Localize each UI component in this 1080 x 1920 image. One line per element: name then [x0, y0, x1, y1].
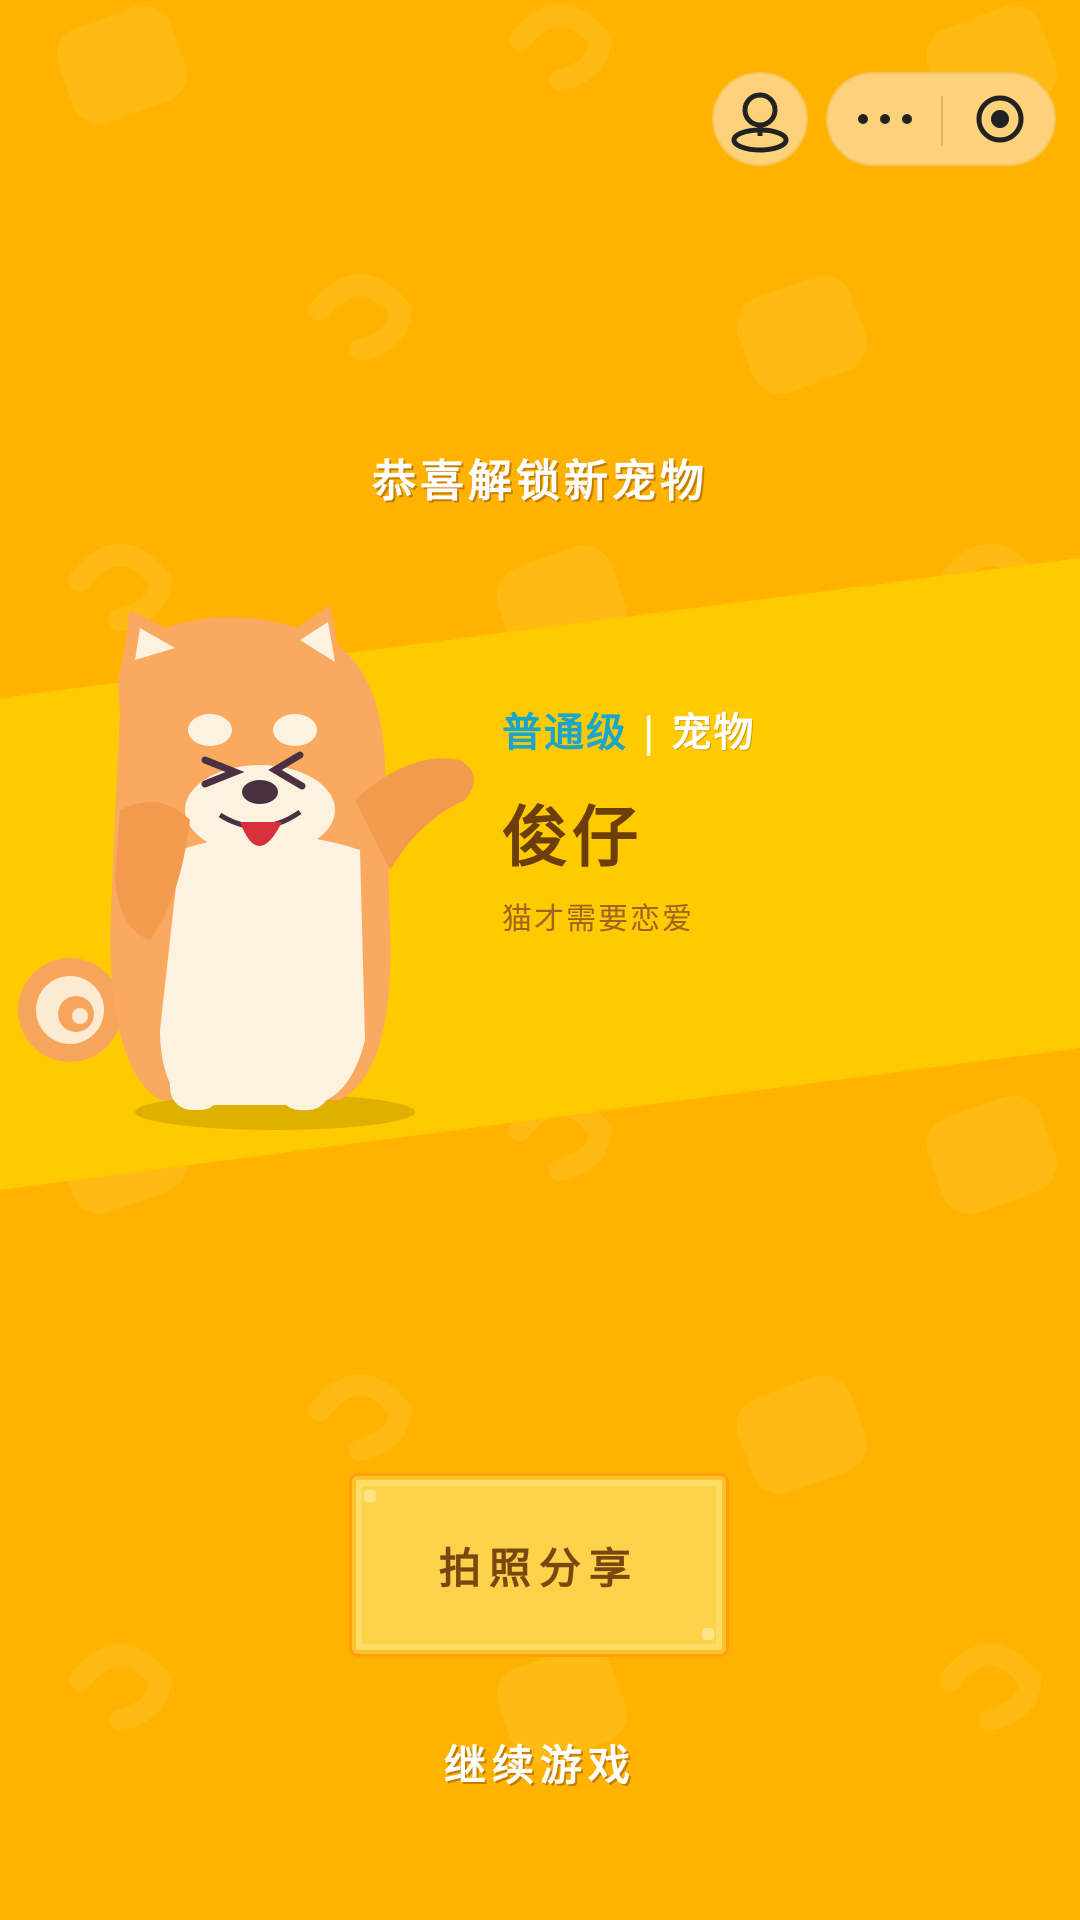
more-dots-icon: [857, 114, 912, 124]
photo-share-button[interactable]: 拍照分享: [352, 1476, 726, 1654]
button-corner-dot: [702, 1628, 714, 1640]
pet-info: 普通级 | 宠物 俊仔 猫才需要恋爱: [502, 700, 755, 938]
menu-capsule: [826, 72, 1056, 166]
unlock-title: 恭喜解锁新宠物: [372, 456, 708, 507]
rarity-separator: |: [642, 710, 658, 756]
continue-game-link[interactable]: 继续游戏: [0, 1732, 1080, 1793]
pet-name: 俊仔: [502, 799, 642, 876]
pet-rarity-line: 普通级 | 宠物: [502, 700, 755, 758]
pet-rarity: 普通级: [502, 710, 628, 756]
target-icon: [976, 95, 1023, 143]
more-button[interactable]: [828, 74, 941, 164]
pet-description: 猫才需要恋爱: [502, 902, 694, 937]
photo-share-label: 拍照分享: [438, 1543, 639, 1593]
joystick-icon: [731, 92, 789, 153]
shiba-dog-illustration: [18, 605, 474, 1130]
pet-type: 宠物: [671, 710, 756, 756]
close-button[interactable]: [943, 74, 1056, 164]
button-corner-dot: [364, 1490, 376, 1502]
game-center-button[interactable]: [712, 72, 808, 166]
